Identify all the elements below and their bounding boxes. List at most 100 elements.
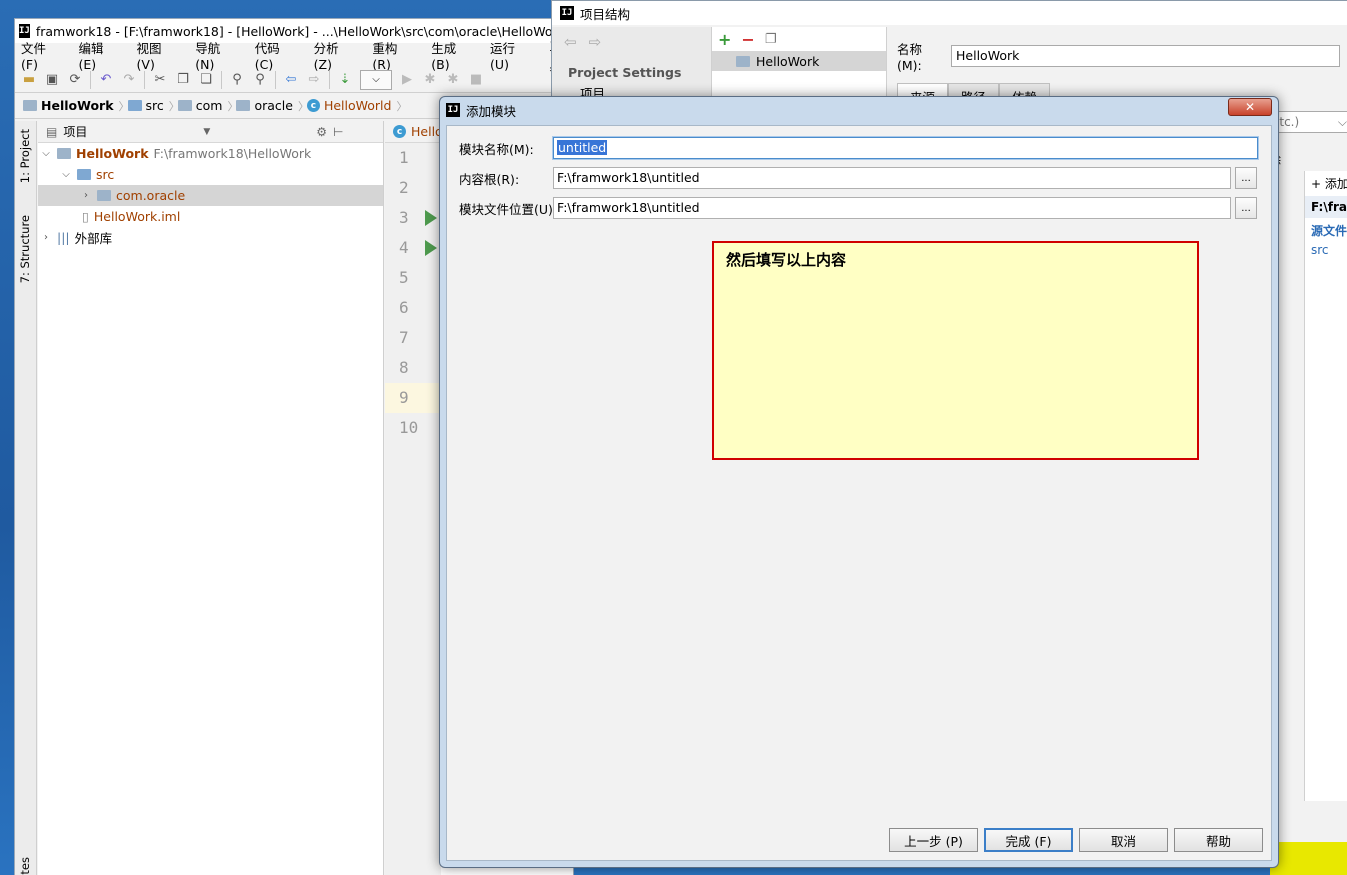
coverage-icon[interactable]: ✱	[445, 72, 461, 88]
module-name-input[interactable]: HelloWork	[951, 45, 1340, 67]
undo-icon[interactable]: ↶	[98, 72, 114, 88]
content-root-panel: + 添加 F:\fra 源文件 src	[1304, 171, 1347, 801]
project-settings-heading: Project Settings	[568, 65, 682, 80]
collapsed-arrow-icon[interactable]: ›	[40, 232, 52, 243]
previous-button[interactable]: 上一步 (P)	[889, 828, 978, 852]
intellij-icon: IJ	[560, 6, 574, 20]
module-folder-icon	[23, 100, 37, 111]
menubar: 文件 (F) 编辑 (E) 视图 (V) 导航 (N) 代码 (C) 分析 (Z…	[15, 39, 573, 73]
toolbar-separator	[144, 70, 145, 89]
menu-edit[interactable]: 编辑 (E)	[78, 38, 122, 72]
run-gutter-icon[interactable]	[425, 210, 437, 226]
module-folder-icon	[736, 55, 750, 67]
back-icon[interactable]: ⇦	[283, 72, 299, 88]
content-root-row: 内容根(R): F:\framwork18\untitled ...	[459, 167, 1257, 189]
debug-icon[interactable]: ✱	[422, 72, 438, 88]
module-file-browse-button[interactable]: ...	[1235, 197, 1257, 219]
menu-refactor[interactable]: 重构 (R)	[372, 38, 417, 72]
cut-icon[interactable]: ✂	[152, 72, 168, 88]
collapsed-arrow-icon[interactable]: ›	[80, 190, 92, 201]
line-number: 6	[399, 298, 409, 317]
dropdown-arrow-icon[interactable]: ▼	[203, 127, 210, 137]
content-root-input[interactable]: F:\framwork18\untitled	[553, 167, 1231, 189]
expand-arrow-icon[interactable]: ⌵	[60, 169, 72, 180]
menu-code[interactable]: 代码 (C)	[255, 38, 300, 72]
add-icon[interactable]: +	[718, 30, 731, 49]
save-icon[interactable]: ▣	[44, 72, 60, 88]
tree-iml[interactable]: ▯ HelloWork.iml	[38, 206, 383, 227]
breadcrumb-oracle[interactable]: oracle	[236, 98, 309, 114]
tree-root[interactable]: ⌵ HelloWork F:\framwork18\HelloWork	[38, 143, 383, 164]
intellij-icon: IJ	[446, 103, 460, 117]
content-root-label: 内容根(R):	[459, 171, 520, 187]
project-pane-title[interactable]: 项目	[63, 123, 87, 140]
source-folders-heading: 源文件	[1311, 224, 1347, 238]
find-icon[interactable]: ⚲	[229, 72, 245, 88]
module-item-label: HelloWork	[756, 53, 820, 69]
source-folder-icon	[77, 169, 91, 180]
module-name-input[interactable]: untitled	[553, 137, 1258, 159]
cancel-button[interactable]: 取消	[1079, 828, 1168, 852]
module-actions: + − ❐	[712, 27, 886, 51]
settings-gear-icon[interactable]: ⚙	[316, 125, 327, 139]
menu-build[interactable]: 生成 (B)	[431, 38, 476, 72]
tree-package[interactable]: › com.oracle	[38, 185, 383, 206]
breadcrumb-class[interactable]: c HelloWorld	[306, 98, 407, 114]
menu-view[interactable]: 视图 (V)	[137, 38, 182, 72]
tree-src[interactable]: ⌵ src	[38, 164, 383, 185]
module-file-input[interactable]: F:\framwork18\untitled	[553, 197, 1231, 219]
menu-file[interactable]: 文件 (F)	[21, 38, 64, 72]
run-gutter-icon[interactable]	[425, 240, 437, 256]
run-config-combo[interactable]: ⌵	[360, 69, 392, 90]
remove-icon[interactable]: −	[741, 30, 754, 49]
paste-icon[interactable]: ❏	[198, 72, 214, 88]
language-level-combo[interactable]: etc.) ⌵	[1267, 111, 1347, 133]
menu-navigate[interactable]: 导航 (N)	[195, 38, 240, 72]
stop-icon[interactable]: ■	[468, 72, 484, 88]
collapse-icon[interactable]: ⊢	[333, 125, 343, 139]
module-file-label: 模块文件位置(U):	[459, 201, 558, 217]
line-number: 8	[399, 358, 409, 377]
add-content-root-button[interactable]: + 添加	[1305, 171, 1347, 196]
menu-run[interactable]: 运行 (U)	[490, 38, 535, 72]
forward-icon[interactable]: ⇨	[306, 72, 322, 88]
finish-button[interactable]: 完成 (F)	[984, 828, 1073, 852]
redo-icon[interactable]: ↷	[121, 72, 137, 88]
breadcrumb-src[interactable]: src	[127, 98, 180, 114]
breadcrumb-project[interactable]: HelloWork	[23, 98, 129, 114]
library-icon: |||	[57, 230, 70, 245]
build-icon[interactable]: ⇣	[337, 72, 353, 88]
line-number: 9	[385, 383, 441, 413]
replace-icon[interactable]: ⚲	[252, 72, 268, 88]
project-tool-tab[interactable]: 1: Project	[18, 129, 32, 183]
run-icon[interactable]: ▶	[399, 72, 415, 88]
line-number: 1	[399, 148, 409, 167]
menu-analyze[interactable]: 分析 (Z)	[314, 38, 359, 72]
copy-icon[interactable]: ❐	[175, 72, 191, 88]
copy-icon[interactable]: ❐	[765, 32, 777, 47]
help-button[interactable]: 帮助	[1174, 828, 1263, 852]
back-arrow-icon[interactable]: ⇦	[564, 33, 577, 51]
project-pane-header: ▤ 项目 ▼ ⚙ ⊢	[38, 121, 383, 143]
intellij-icon: IJ	[19, 24, 30, 38]
open-folder-icon[interactable]: ▬	[21, 72, 37, 88]
structure-tool-tab[interactable]: 7: Structure	[18, 215, 32, 283]
folder-icon	[236, 100, 251, 111]
sync-icon[interactable]: ⟳	[67, 72, 83, 88]
expand-arrow-icon[interactable]: ⌵	[40, 148, 52, 159]
content-root-path: F:\fra	[1305, 196, 1347, 218]
module-item[interactable]: HelloWork	[712, 51, 886, 71]
dialog-titlebar: IJ 添加模块	[440, 97, 1278, 123]
close-button[interactable]: ✕	[1228, 98, 1272, 116]
annotation-note: 然后填写以上内容	[712, 241, 1199, 460]
folder-icon	[127, 100, 142, 111]
history-nav: ⇦ ⇨	[552, 27, 711, 57]
editor-gutter: 1 2 3 4 5 6 7 8 9 10	[385, 143, 441, 875]
tree-libs[interactable]: › ||| 外部库	[38, 227, 383, 248]
favorites-tool-tab[interactable]: tes	[18, 857, 32, 875]
forward-arrow-icon[interactable]: ⇨	[589, 33, 602, 51]
line-number: 2	[399, 178, 409, 197]
project-structure-titlebar: IJ 项目结构	[552, 1, 1347, 25]
breadcrumb-com[interactable]: com	[177, 98, 238, 114]
content-root-browse-button[interactable]: ...	[1235, 167, 1257, 189]
